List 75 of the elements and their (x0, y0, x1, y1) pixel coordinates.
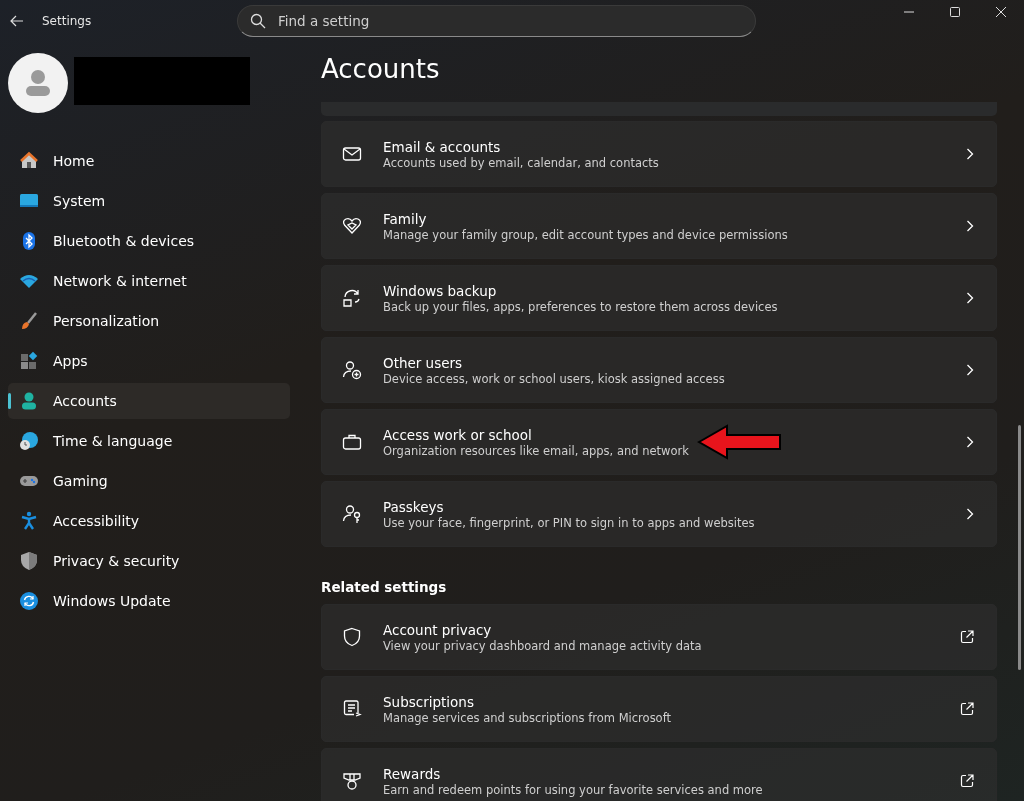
sidebar-item[interactable]: Windows Update (8, 583, 290, 619)
add-user-icon (342, 360, 362, 380)
brush-icon (19, 311, 39, 331)
home-icon (19, 151, 39, 171)
external-link-icon (960, 702, 974, 716)
chevron-icon (966, 508, 974, 520)
shield-icon (342, 627, 362, 647)
sidebar-item[interactable]: Home (8, 143, 290, 179)
card-description: Device access, work or school users, kiosk assigned access (383, 371, 726, 386)
close-icon (995, 6, 1007, 18)
card-description: Back up your files, apps, preferences to restore them across devices (383, 299, 779, 314)
list-icon (342, 699, 362, 719)
card-title: Account privacy (383, 621, 493, 638)
settings-card[interactable]: Passkeys Use your face, fingerprint, or PIN to sign in to apps and websites (321, 481, 997, 547)
sidebar-item[interactable]: Personalization (8, 303, 290, 339)
mail-icon (342, 144, 362, 164)
card-description: Manage services and subscriptions from Microsoft (383, 710, 672, 725)
card-description: Accounts used by email, calendar, and contacts (383, 155, 660, 170)
card-description: Organization resources like email, apps, and network (383, 443, 690, 458)
heart-icon (342, 216, 362, 236)
chevron-icon (966, 436, 974, 448)
avatar (8, 53, 68, 113)
search-field[interactable]: Find a setting (237, 5, 756, 37)
person-icon (19, 391, 39, 411)
maximize-icon (949, 6, 961, 18)
settings-card[interactable]: Email & accounts Accounts used by email, calendar, and contacts (321, 121, 997, 187)
section-heading: Related settings (321, 578, 448, 597)
back-arrow-icon (10, 15, 24, 27)
sidebar-item[interactable]: Network & internet (8, 263, 290, 299)
chevron-icon (966, 292, 974, 304)
card-title: Subscriptions (383, 693, 475, 710)
settings-card[interactable]: Rewards Earn and redeem points for using your favorite services and more (321, 748, 997, 801)
search-icon (250, 13, 266, 29)
briefcase-icon (342, 432, 362, 452)
medal-icon (342, 771, 362, 791)
window-title: Settings (42, 14, 93, 28)
apps-icon (19, 351, 39, 371)
external-link-icon (960, 774, 974, 788)
scrollbar-thumb[interactable] (1018, 425, 1021, 670)
sidebar-item[interactable]: Apps (8, 343, 290, 379)
shield-icon (19, 551, 39, 571)
sidebar-item[interactable]: Accessibility (8, 503, 290, 539)
sidebar-item[interactable]: System (8, 183, 290, 219)
external-link-icon (960, 630, 974, 644)
card-title: Other users (383, 354, 464, 371)
card-description: Earn and redeem points for using your favorite services and more (383, 782, 764, 797)
settings-card[interactable]: Other users Device access, work or school users, kiosk assigned access (321, 337, 997, 403)
chevron-icon (966, 148, 974, 160)
settings-card[interactable]: Subscriptions Manage services and subscriptions from Microsoft (321, 676, 997, 742)
card-title: Passkeys (383, 498, 445, 515)
page-title: Accounts (321, 54, 441, 86)
update-icon (19, 591, 39, 611)
settings-card[interactable]: Account privacy View your privacy dashboard and manage activity data (321, 604, 997, 670)
card-title: Rewards (383, 765, 442, 782)
settings-card[interactable]: Family Manage your family group, edit account types and device permissions (321, 193, 997, 259)
card-title: Windows backup (383, 282, 498, 299)
card-description: Manage your family group, edit account types and device permissions (383, 227, 789, 242)
user-key-icon (342, 504, 362, 524)
card-title: Email & accounts (383, 138, 502, 155)
card-title: Family (383, 210, 428, 227)
sidebar-item[interactable]: Bluetooth & devices (8, 223, 290, 259)
sidebar-item[interactable]: Privacy & security (8, 543, 290, 579)
accessibility-icon (19, 511, 39, 531)
sidebar-item[interactable]: Accounts (8, 383, 290, 419)
globe-clock-icon (19, 431, 39, 451)
chevron-icon (966, 364, 974, 376)
settings-card[interactable]: Windows backup Back up your files, apps, preferences to restore them across devices (321, 265, 997, 331)
card-description: View your privacy dashboard and manage activity data (383, 638, 703, 653)
backup-icon (342, 288, 362, 308)
settings-card[interactable]: Access work or school Organization resources like email, apps, and network (321, 409, 997, 475)
card-title: Access work or school (383, 426, 533, 443)
sidebar-item[interactable]: Time & language (8, 423, 290, 459)
chevron-icon (966, 220, 974, 232)
card-description: Use your face, fingerprint, or PIN to sign in to apps and websites (383, 515, 756, 530)
sidebar-item[interactable]: Gaming (8, 463, 290, 499)
